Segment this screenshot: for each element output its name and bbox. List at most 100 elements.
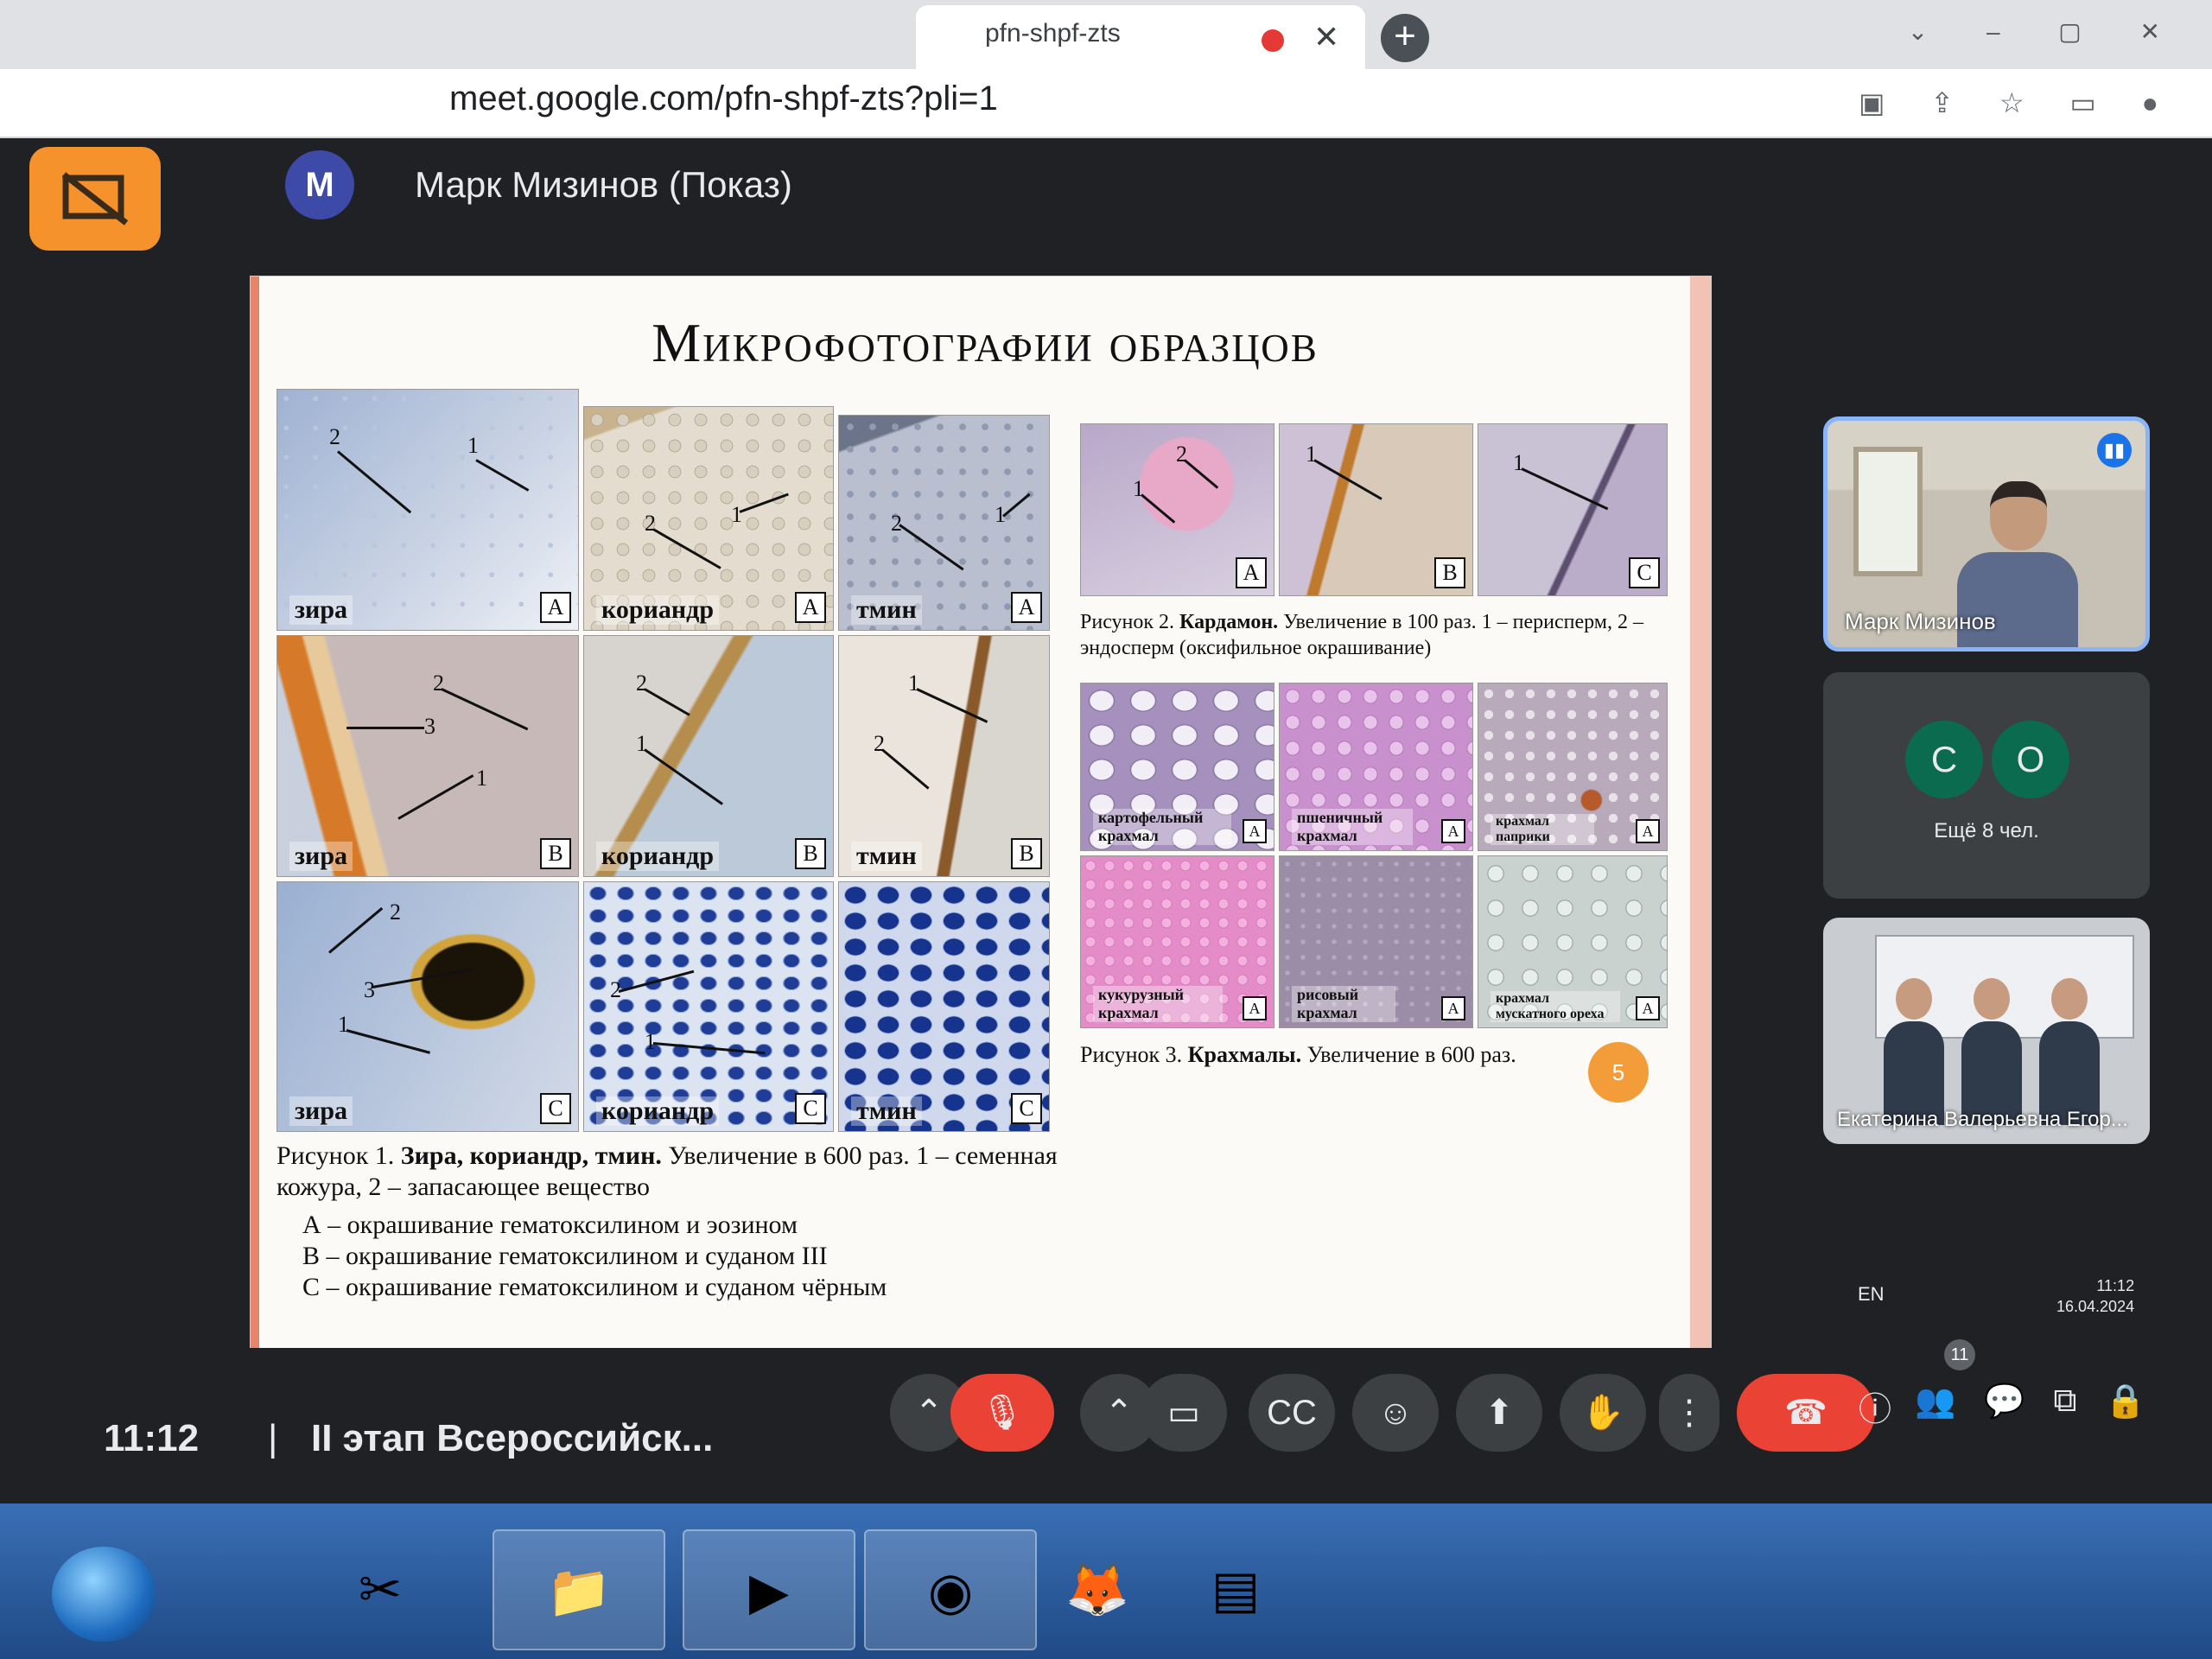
micrograph-label: крахмал мускатного ореха <box>1491 991 1620 1022</box>
participant-tile-room[interactable]: Екатерина Валерьевна Егор... <box>1823 918 2150 1144</box>
micrograph-label: кориандр <box>596 1096 720 1126</box>
micrograph-label: тмин <box>851 595 922 625</box>
micrograph-label: пшеничный крахмал <box>1292 809 1413 845</box>
browser-tab[interactable]: pfn-shpf-zts ✕ <box>916 5 1365 69</box>
micrograph-letter: C <box>540 1093 571 1124</box>
micrograph-letter: B <box>1011 838 1042 869</box>
meet-controls-bar: 11:12 | II этап Всероссийск... ⌃ 🎙 ⌃ ▭ C… <box>0 1339 2212 1503</box>
windows-start-icon[interactable] <box>52 1547 156 1642</box>
micrograph-letter: B <box>540 838 571 869</box>
app-icon[interactable]: ▤ <box>1149 1529 1322 1650</box>
file-explorer-icon[interactable]: 📁 <box>493 1529 665 1650</box>
micrograph-letter: A <box>1011 592 1042 623</box>
more-options-button[interactable]: ⋮ <box>1659 1374 1719 1452</box>
title-separator: | <box>268 1417 278 1459</box>
micrograph-label: зира <box>289 842 353 871</box>
micrograph-letter: A <box>1441 996 1465 1020</box>
meeting-info-icon[interactable]: ⓘ <box>1849 1382 1901 1430</box>
address-bar-icons[interactable]: ▣ ⇪ ☆ ▭ ● <box>1859 86 2177 119</box>
presented-slide: Микрофотографии образцов 21 зира A 21 ко… <box>251 276 1711 1348</box>
participant-tile-others[interactable]: C O Ещё 8 чел. <box>1823 672 2150 899</box>
presentation-off-icon <box>61 172 129 226</box>
raise-hand-button[interactable]: ✋ <box>1560 1374 1646 1452</box>
figure3-caption-prefix: Рисунок 3. <box>1080 1042 1183 1067</box>
figure2-caption-bold: Кардамон. <box>1179 611 1279 633</box>
room-person-head <box>1974 978 2010 1020</box>
micrograph-rice-starch: рисовый крахмал A <box>1279 855 1473 1028</box>
address-bar[interactable]: meet.google.com/pfn-shpf-zts?pli=1 ▣ ⇪ ☆… <box>0 69 2212 138</box>
micrograph-cumin-c: тмин C <box>838 881 1050 1132</box>
figure3-caption: Рисунок 3. Крахмалы. Увеличение в 600 ра… <box>1080 1041 1616 1069</box>
figure1-caption: Рисунок 1. Зира, кориандр, тмин. Увеличе… <box>276 1141 1063 1203</box>
micrograph-zira-b: 231 зира B <box>276 635 579 877</box>
micrograph-potato-starch: картофельный крахмал A <box>1080 683 1274 851</box>
micrograph-letter: C <box>1011 1093 1042 1124</box>
system-clock[interactable]: 11:12 16.04.2024 <box>2056 1275 2134 1317</box>
figure1-caption-prefix: Рисунок 1. <box>276 1141 395 1170</box>
close-tab-icon[interactable]: ✕ <box>1313 19 1339 55</box>
camera-button[interactable]: ▭ <box>1141 1374 1227 1452</box>
micrograph-wheat-starch: пшеничный крахмал A <box>1279 683 1473 851</box>
micrograph-nutmeg-starch: крахмал мускатного ореха A <box>1478 855 1668 1028</box>
figure2-caption: Рисунок 2. Кардамон. Увеличение в 100 ра… <box>1080 609 1668 661</box>
slide-title: Микрофотографии образцов <box>652 312 1319 373</box>
micrograph-label: кориандр <box>596 842 720 871</box>
micrograph-label: картофельный крахмал <box>1093 809 1231 845</box>
micrograph-letter: C <box>1629 557 1660 588</box>
meet-header: M Марк Мизинов (Показ) <box>0 138 2212 268</box>
micrograph-label: тмин <box>851 842 922 871</box>
micrograph-coriander-a: 21 кориандр A <box>583 406 834 631</box>
people-icon[interactable]: 👥 <box>1910 1382 1961 1421</box>
micrograph-letter: A <box>1236 557 1267 588</box>
room-person-head <box>1896 978 1932 1020</box>
micrograph-paprika-starch: крахмал паприки A <box>1478 683 1668 851</box>
micrograph-cumin-a: 21 тмин A <box>838 415 1050 631</box>
window-controls[interactable]: ⌄ – ▢ ✕ <box>1908 17 2186 46</box>
emoji-reaction-button[interactable]: ☺ <box>1352 1374 1439 1452</box>
url-text[interactable]: meet.google.com/pfn-shpf-zts?pli=1 <box>449 79 998 118</box>
participant-name: Марк Мизинов <box>1845 608 1996 634</box>
participant-head <box>1990 481 2047 550</box>
figure2-caption-prefix: Рисунок 2. <box>1080 611 1175 633</box>
more-participants-label: Ещё 8 чел. <box>1934 819 2039 842</box>
legend-c: С – окрашивание гематоксилином и суданом… <box>302 1273 887 1301</box>
micrograph-cardamom-b: 1 B <box>1279 423 1473 596</box>
room-person-head <box>2051 978 2088 1020</box>
micrograph-label: кукурузный крахмал <box>1093 986 1223 1022</box>
figure3-caption-bold: Крахмалы. <box>1187 1042 1302 1067</box>
micrograph-label: крахмал паприки <box>1491 814 1594 845</box>
media-player-icon[interactable]: ▶ <box>683 1529 855 1650</box>
browser-tab-bar: pfn-shpf-zts ✕ + ⌄ – ▢ ✕ <box>0 0 2212 69</box>
new-tab-button[interactable]: + <box>1381 14 1429 62</box>
participant-tile-presenter[interactable]: ▮▮ Марк Мизинов <box>1823 416 2150 652</box>
present-screen-button[interactable]: ⬆ <box>1456 1374 1542 1452</box>
micrograph-letter: C <box>795 1093 826 1124</box>
micrograph-label: зира <box>289 1096 353 1126</box>
presenter-avatar: M <box>285 150 354 219</box>
micrograph-label: рисовый крахмал <box>1292 986 1395 1022</box>
micrograph-letter: A <box>1441 819 1465 843</box>
snipping-tool-icon[interactable]: ✂ <box>294 1529 467 1650</box>
micrograph-label: тмин <box>851 1096 922 1126</box>
participant-avatar-c: C <box>1905 721 1983 798</box>
stop-presenting-button[interactable] <box>29 147 161 251</box>
captions-button[interactable]: CC <box>1249 1374 1335 1452</box>
tab-title: pfn-shpf-zts <box>985 19 1121 48</box>
speaking-indicator-icon: ▮▮ <box>2097 433 2132 467</box>
microphone-off-button[interactable]: 🎙 <box>950 1374 1054 1452</box>
micrograph-letter: B <box>795 838 826 869</box>
micrograph-cardamom-a: 21 A <box>1080 423 1274 596</box>
micrograph-letter: A <box>540 592 571 623</box>
chat-icon[interactable]: 💬 <box>1979 1382 2031 1421</box>
micrograph-letter: A <box>1243 819 1267 843</box>
micrograph-label: кориандр <box>596 595 720 625</box>
language-indicator[interactable]: EN <box>1858 1283 1885 1306</box>
micrograph-corn-starch: кукурузный крахмал A <box>1080 855 1274 1028</box>
participant-body <box>1957 552 2078 647</box>
micrograph-letter: A <box>1636 819 1660 843</box>
activities-icon[interactable]: ⧉ <box>2039 1382 2091 1420</box>
figure1-caption-rest: Увеличение в 600 раз. 1 – семенная кожур… <box>276 1141 1058 1201</box>
figure1-legend: А – окрашивание гематоксилином и эозином… <box>302 1210 1080 1303</box>
host-controls-icon[interactable]: 🔒 <box>2100 1382 2152 1421</box>
micrograph-letter: A <box>1243 996 1267 1020</box>
